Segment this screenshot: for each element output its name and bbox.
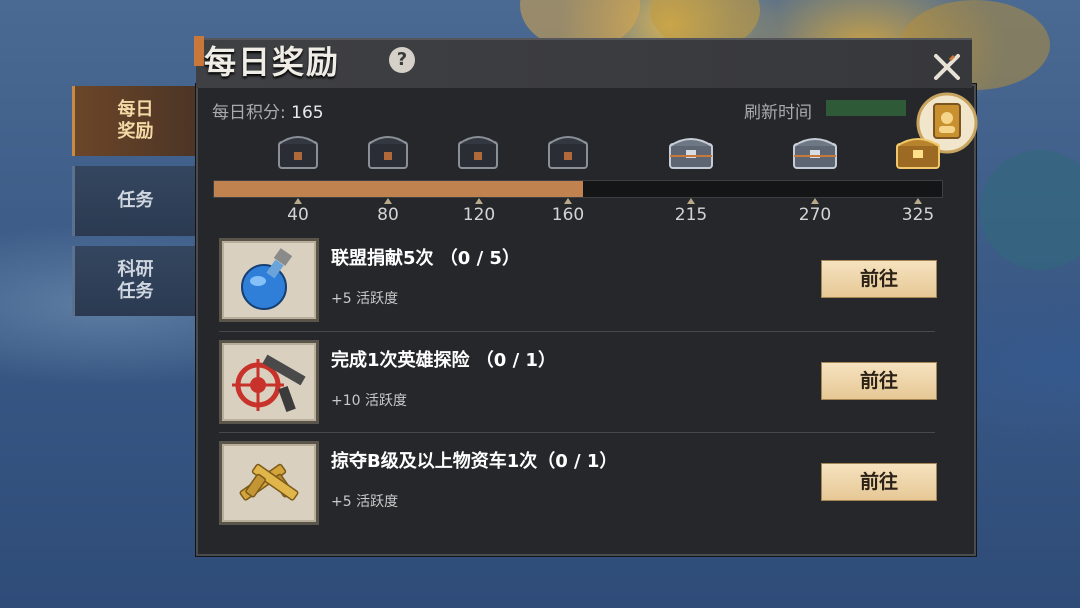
title-accent bbox=[194, 36, 204, 66]
go-button[interactable]: 前往 bbox=[821, 463, 937, 501]
chest-silver-icon[interactable] bbox=[790, 128, 840, 174]
refresh-time-label: 刷新时间 bbox=[744, 103, 812, 123]
chest-silver-icon[interactable] bbox=[666, 128, 716, 174]
tab-daily-reward[interactable]: 每日 奖励 bbox=[72, 86, 196, 156]
milestone-marker: 120 bbox=[449, 198, 509, 225]
milestone-marker: 160 bbox=[538, 198, 598, 225]
golden-pistols-icon bbox=[219, 441, 319, 525]
milestone-pointer bbox=[687, 198, 695, 204]
chest-gold-icon[interactable] bbox=[893, 128, 943, 174]
milestone-value: 120 bbox=[462, 205, 496, 225]
chest-dark-icon[interactable] bbox=[363, 128, 413, 174]
tab-research-tasks[interactable]: 科研 任务 bbox=[72, 246, 196, 316]
task-reward: +10 活跃度 bbox=[331, 393, 407, 409]
go-button[interactable]: 前往 bbox=[821, 362, 937, 400]
milestone-pointer bbox=[475, 198, 483, 204]
milestone-marker: 270 bbox=[785, 198, 845, 225]
milestone-value: 325 bbox=[901, 205, 935, 225]
milestone-pointer bbox=[564, 198, 572, 204]
refresh-time-indicator bbox=[826, 100, 906, 116]
milestone-marker: 40 bbox=[268, 198, 328, 225]
task-reward: +5 活跃度 bbox=[331, 494, 399, 510]
gun-target-icon bbox=[219, 340, 319, 424]
task-divider bbox=[219, 331, 935, 332]
milestone-value: 160 bbox=[551, 205, 585, 225]
chest-dark-icon[interactable] bbox=[453, 128, 503, 174]
task-title: 掠夺B级及以上物资车1次（0 / 1） bbox=[331, 451, 618, 472]
tab-label-line1: 任务 bbox=[117, 190, 154, 211]
tab-label-line2: 任务 bbox=[117, 281, 154, 302]
side-tab-list: 每日 奖励 任务 科研 任务 bbox=[72, 86, 196, 326]
potion-flask-icon bbox=[219, 238, 319, 322]
task-row: 完成1次英雄探险 （0 / 1） +10 活跃度 前往 bbox=[219, 340, 937, 432]
activity-progress-bar bbox=[213, 180, 943, 198]
milestone-value: 215 bbox=[674, 205, 708, 225]
background-blob bbox=[980, 150, 1080, 270]
panel-title: 每日奖励 bbox=[204, 43, 341, 81]
task-row: 联盟捐献5次 （0 / 5） +5 活跃度 前往 bbox=[219, 238, 937, 330]
tab-tasks[interactable]: 任务 bbox=[72, 166, 196, 236]
task-title: 完成1次英雄探险 （0 / 1） bbox=[331, 350, 556, 371]
tab-label-line2: 奖励 bbox=[117, 121, 154, 142]
daily-score: 每日积分: 165 bbox=[212, 98, 324, 123]
milestone-pointer bbox=[914, 198, 922, 204]
tab-label-line1: 每日 bbox=[117, 99, 154, 120]
daily-score-label: 每日积分: bbox=[212, 103, 292, 123]
chest-dark-icon[interactable] bbox=[273, 128, 323, 174]
milestone-value: 270 bbox=[798, 205, 832, 225]
task-row: 掠夺B级及以上物资车1次（0 / 1） +5 活跃度 前往 bbox=[219, 441, 937, 533]
milestone-marker: 80 bbox=[358, 198, 418, 225]
go-button[interactable]: 前往 bbox=[821, 260, 937, 298]
milestone-value: 80 bbox=[377, 205, 399, 225]
close-icon[interactable] bbox=[930, 50, 964, 84]
chest-dark-icon[interactable] bbox=[543, 128, 593, 174]
milestone-marker: 325 bbox=[888, 198, 948, 225]
tab-label-line1: 科研 bbox=[117, 259, 154, 280]
task-title: 联盟捐献5次 （0 / 5） bbox=[331, 248, 520, 269]
milestone-pointer bbox=[294, 198, 302, 204]
activity-progress-fill bbox=[214, 181, 584, 197]
milestone-value: 40 bbox=[287, 205, 309, 225]
task-reward: +5 活跃度 bbox=[331, 291, 399, 307]
milestone-pointer bbox=[384, 198, 392, 204]
daily-score-value: 165 bbox=[291, 103, 324, 123]
task-divider bbox=[219, 432, 935, 433]
question-icon[interactable]: ? bbox=[389, 47, 415, 73]
milestone-marker: 215 bbox=[661, 198, 721, 225]
milestone-pointer bbox=[811, 198, 819, 204]
